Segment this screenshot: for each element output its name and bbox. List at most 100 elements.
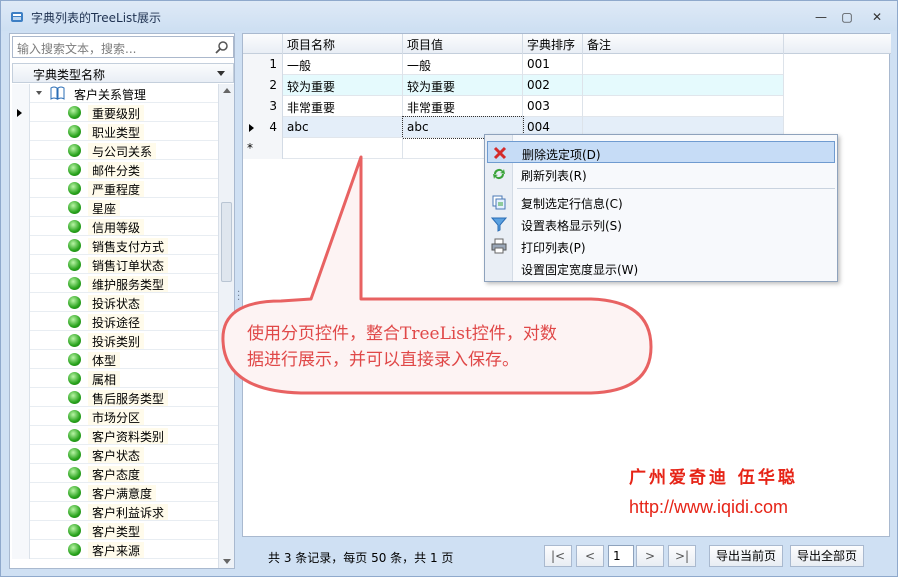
export-all-pages-button[interactable]: 导出全部页 bbox=[790, 545, 864, 567]
cell-name[interactable]: 非常重要 bbox=[283, 96, 403, 117]
tree-item[interactable]: 投诉途径 bbox=[12, 312, 218, 331]
row-indicator bbox=[12, 464, 30, 483]
title-bar[interactable]: 字典列表的TreeList展示 — ▢ ✕ bbox=[1, 1, 897, 31]
tree-column-header[interactable]: 字典类型名称 bbox=[12, 63, 234, 83]
callout-line-2: 据进行展示，并可以直接录入保存。 bbox=[247, 350, 519, 370]
scroll-down-arrow-icon[interactable] bbox=[223, 559, 231, 564]
cell-order[interactable]: 001 bbox=[523, 54, 583, 75]
tree-item[interactable]: 客户类型 bbox=[12, 521, 218, 540]
tree-item[interactable]: 邮件分类 bbox=[12, 160, 218, 179]
green-dot-icon bbox=[68, 543, 81, 556]
green-dot-icon bbox=[68, 144, 81, 157]
tree-item[interactable]: 星座 bbox=[12, 198, 218, 217]
tree-item[interactable]: 客户状态 bbox=[12, 445, 218, 464]
first-page-button[interactable]: |< bbox=[544, 545, 572, 567]
row-indicator bbox=[12, 103, 30, 122]
green-dot-icon bbox=[68, 429, 81, 442]
tree-item[interactable]: 市场分区 bbox=[12, 407, 218, 426]
column-header-value[interactable]: 项目值 bbox=[403, 34, 523, 54]
tree-item[interactable]: 重要级别 bbox=[12, 103, 218, 122]
tree-item[interactable]: 与公司关系 bbox=[12, 141, 218, 160]
column-header-order[interactable]: 字典排序 bbox=[523, 34, 583, 54]
row-indicator bbox=[12, 160, 30, 179]
tree-item[interactable]: 投诉状态 bbox=[12, 293, 218, 312]
cell-note[interactable] bbox=[583, 75, 784, 96]
tree-item[interactable]: 职业类型 bbox=[12, 122, 218, 141]
green-dot-icon bbox=[68, 315, 81, 328]
column-header-name[interactable]: 项目名称 bbox=[283, 34, 403, 54]
tree-item[interactable]: 维护服务类型 bbox=[12, 274, 218, 293]
tree-item[interactable]: 体型 bbox=[12, 350, 218, 369]
grid-header-row: 项目名称 项目值 字典排序 备注 bbox=[243, 34, 891, 54]
search-placeholder: 输入搜索文本，搜索... bbox=[17, 42, 137, 56]
green-dot-icon bbox=[68, 163, 81, 176]
green-dot-icon bbox=[68, 296, 81, 309]
tree-item[interactable]: 销售支付方式 bbox=[12, 236, 218, 255]
cell-value[interactable]: 一般 bbox=[403, 54, 523, 75]
tree-item[interactable]: 信用等级 bbox=[12, 217, 218, 236]
page-number-input[interactable]: 1 bbox=[608, 545, 634, 567]
tree-item[interactable]: 投诉类别 bbox=[12, 331, 218, 350]
row-number: 1 bbox=[243, 54, 283, 75]
scroll-up-arrow-icon[interactable] bbox=[223, 88, 231, 93]
author-url: http://www.iqidi.com bbox=[629, 497, 789, 517]
table-row[interactable]: 2 较为重要 较为重要 002 bbox=[243, 75, 784, 96]
row-indicator bbox=[12, 312, 30, 331]
tree-item[interactable]: 客户来源 bbox=[12, 540, 218, 559]
row-indicator bbox=[12, 179, 30, 198]
tree-item[interactable]: 客户利益诉求 bbox=[12, 502, 218, 521]
green-dot-icon bbox=[68, 239, 81, 252]
search-input[interactable]: 输入搜索文本，搜索... bbox=[12, 36, 234, 58]
cell-note[interactable] bbox=[583, 96, 784, 117]
green-dot-icon bbox=[68, 391, 81, 404]
tree-root-row[interactable]: 客户关系管理 bbox=[12, 84, 218, 103]
tree-item-label: 客户利益诉求 bbox=[88, 504, 169, 520]
tree-item-label: 星座 bbox=[88, 200, 121, 216]
maximize-button[interactable]: ▢ bbox=[837, 9, 857, 25]
row-indicator bbox=[12, 369, 30, 388]
cell-name[interactable]: 一般 bbox=[283, 54, 403, 75]
tree-item[interactable]: 售后服务类型 bbox=[12, 388, 218, 407]
table-row[interactable]: 1 一般 一般 001 bbox=[243, 54, 784, 75]
cell-value[interactable]: 较为重要 bbox=[403, 75, 523, 96]
last-page-button[interactable]: >| bbox=[668, 545, 696, 567]
next-page-button[interactable]: > bbox=[636, 545, 664, 567]
tree-item-label: 售后服务类型 bbox=[88, 390, 169, 406]
green-dot-icon bbox=[68, 201, 81, 214]
row-number: 2 bbox=[243, 75, 283, 96]
table-row[interactable]: 3 非常重要 非常重要 003 bbox=[243, 96, 784, 117]
cell-value[interactable]: 非常重要 bbox=[403, 96, 523, 117]
tree-item[interactable]: 严重程度 bbox=[12, 179, 218, 198]
export-current-page-button[interactable]: 导出当前页 bbox=[709, 545, 783, 567]
row-indicator bbox=[12, 350, 30, 369]
cell-order[interactable]: 002 bbox=[523, 75, 583, 96]
tree-item[interactable]: 客户满意度 bbox=[12, 483, 218, 502]
column-header-note[interactable]: 备注 bbox=[583, 34, 784, 54]
green-dot-icon bbox=[68, 106, 81, 119]
row-indicator bbox=[12, 122, 30, 141]
tree-item-label: 客户态度 bbox=[88, 466, 145, 482]
grid-corner bbox=[243, 34, 283, 54]
row-indicator bbox=[12, 540, 30, 559]
dictionary-type-tree-panel: 输入搜索文本，搜索... 字典类型名称 客户关系管理 重要级别 职业类型 与公司关系… bbox=[9, 33, 235, 569]
row-indicator bbox=[12, 84, 30, 103]
close-button[interactable]: ✕ bbox=[867, 9, 887, 25]
cell-name[interactable]: 较为重要 bbox=[283, 75, 403, 96]
cell-note[interactable] bbox=[583, 54, 784, 75]
tree-item-label: 属相 bbox=[88, 371, 121, 387]
row-indicator bbox=[12, 217, 30, 236]
minimize-button[interactable]: — bbox=[811, 9, 831, 25]
tree-item[interactable]: 客户资料类别 bbox=[12, 426, 218, 445]
cell-name[interactable]: abc bbox=[283, 117, 403, 138]
tree-item[interactable]: 客户态度 bbox=[12, 464, 218, 483]
dropdown-arrow-icon[interactable] bbox=[217, 71, 225, 76]
green-dot-icon bbox=[68, 277, 81, 290]
search-icon[interactable] bbox=[215, 40, 229, 54]
cell-order[interactable]: 003 bbox=[523, 96, 583, 117]
tree-item[interactable]: 属相 bbox=[12, 369, 218, 388]
prev-page-button[interactable]: < bbox=[576, 545, 604, 567]
tree-item[interactable]: 销售订单状态 bbox=[12, 255, 218, 274]
tree-item-label: 客户资料类别 bbox=[88, 428, 169, 444]
tree-item-label: 投诉途径 bbox=[88, 314, 145, 330]
collapse-icon[interactable] bbox=[35, 89, 43, 97]
